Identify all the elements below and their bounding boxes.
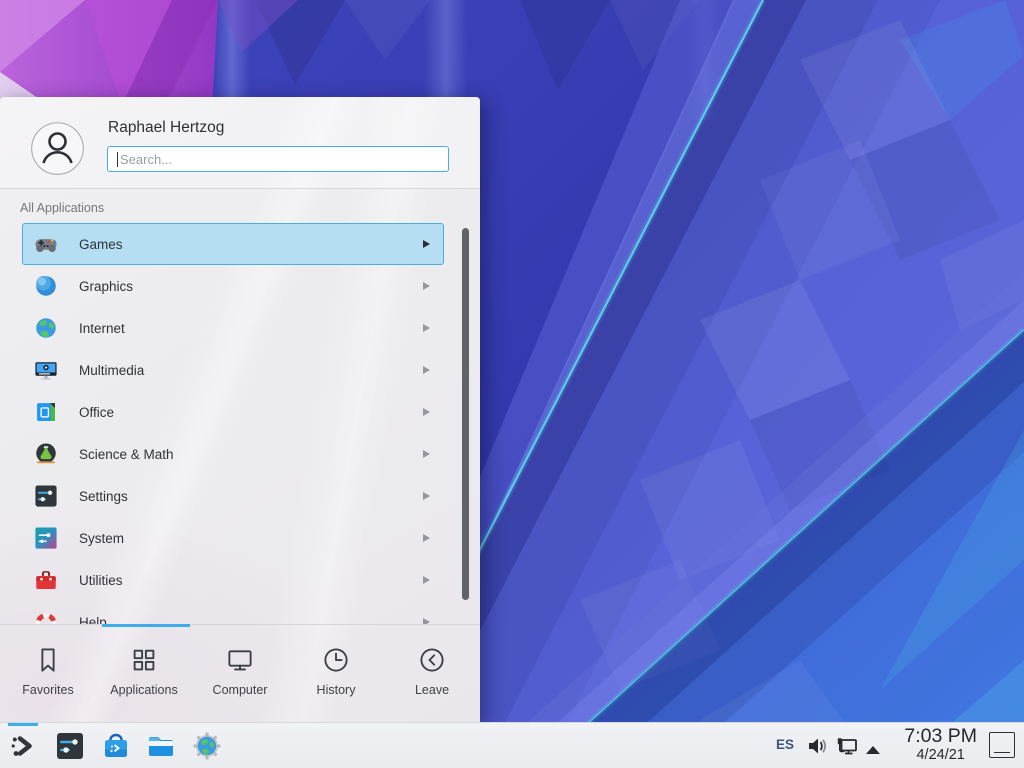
sliders-dark-icon <box>54 730 86 762</box>
menu-item-science-math[interactable]: Science & Math <box>22 433 444 475</box>
submenu-arrow-icon <box>423 576 430 584</box>
submenu-arrow-icon <box>423 282 430 290</box>
submenu-arrow-icon <box>423 408 430 416</box>
user-name: Raphael Hertzog <box>108 119 224 137</box>
menu-item-multimedia[interactable]: Multimedia <box>22 349 444 391</box>
monitor-icon <box>225 645 255 675</box>
kickoff-icon <box>8 730 40 762</box>
grid-icon <box>129 645 159 675</box>
submenu-arrow-icon <box>423 492 430 500</box>
gamepad-icon <box>33 231 59 257</box>
menu-item-system[interactable]: System <box>22 517 444 559</box>
expand-tray-arrow-icon[interactable] <box>864 742 882 760</box>
menu-item-label: Utilities <box>79 573 123 588</box>
discover-icon <box>100 730 132 762</box>
keyboard-layout-indicator[interactable]: ES <box>776 737 794 752</box>
text-cursor <box>117 152 118 167</box>
globe-gear-icon <box>191 730 223 762</box>
search-box <box>107 146 449 172</box>
search-input[interactable] <box>108 147 448 171</box>
menu-item-label: Help <box>79 615 107 625</box>
tab-applications[interactable]: Applications <box>96 627 192 722</box>
active-task-indicator <box>8 723 38 726</box>
tab-history[interactable]: History <box>288 627 384 722</box>
application-launcher-popup: Raphael Hertzog All Applications Games G… <box>0 97 480 722</box>
menu-item-label: Science & Math <box>79 447 174 462</box>
desktop: Raphael Hertzog All Applications Games G… <box>0 0 1024 768</box>
documents-icon <box>33 399 59 425</box>
sliders-color-icon <box>33 525 59 551</box>
menu-item-settings[interactable]: Settings <box>22 475 444 517</box>
folder-icon <box>145 730 177 762</box>
clock-time: 7:03 PM <box>904 725 977 747</box>
flask-icon <box>33 441 59 467</box>
menu-item-label: System <box>79 531 124 546</box>
clock[interactable]: 7:03 PM 4/24/21 <box>904 725 977 764</box>
menu-item-office[interactable]: Office <box>22 391 444 433</box>
tab-label: Applications <box>110 683 177 697</box>
network-icon[interactable] <box>835 735 859 764</box>
taskbar-launcher-system-settings[interactable] <box>54 730 86 762</box>
scrollbar-handle[interactable] <box>462 228 469 600</box>
tab-label: Computer <box>213 683 268 697</box>
menu-item-label: Settings <box>79 489 128 504</box>
back-circle-icon <box>417 645 447 675</box>
tab-computer[interactable]: Computer <box>192 627 288 722</box>
tab-favorites[interactable]: Favorites <box>0 627 96 722</box>
submenu-arrow-icon <box>423 324 430 332</box>
section-label: All Applications <box>20 201 104 215</box>
menu-item-help[interactable]: Help <box>22 601 444 624</box>
submenu-arrow-icon <box>423 534 430 542</box>
menu-item-label: Multimedia <box>79 363 144 378</box>
menu-item-label: Office <box>79 405 114 420</box>
tabbar-separator <box>0 624 480 625</box>
taskbar-panel: ES 7:03 PM 4/24/21 <box>0 722 1024 768</box>
tab-bar: Favorites Applications Computer History … <box>0 627 480 722</box>
submenu-arrow-icon <box>423 240 430 248</box>
menu-item-internet[interactable]: Internet <box>22 307 444 349</box>
toolbox-icon <box>33 567 59 593</box>
taskbar-launcher-discover[interactable] <box>100 730 132 762</box>
sliders-dark-icon <box>33 483 59 509</box>
submenu-arrow-icon <box>423 366 430 374</box>
taskbar-launcher-application-launcher[interactable] <box>8 730 40 762</box>
volume-icon[interactable] <box>806 735 828 762</box>
menu-item-utilities[interactable]: Utilities <box>22 559 444 601</box>
tab-label: History <box>317 683 356 697</box>
tab-label: Leave <box>415 683 449 697</box>
applications-list: Games Graphics Internet Multimedia Offic… <box>0 219 480 624</box>
monitor-play-icon <box>33 357 59 383</box>
menu-item-label: Games <box>79 237 123 252</box>
menu-item-label: Internet <box>79 321 125 336</box>
taskbar-launcher-web-browser[interactable] <box>191 730 223 762</box>
menu-item-graphics[interactable]: Graphics <box>22 265 444 307</box>
lifesaver-icon <box>33 609 59 624</box>
launcher-header: Raphael Hertzog <box>0 97 480 189</box>
show-desktop-glyph <box>994 752 1010 754</box>
menu-item-games[interactable]: Games <box>22 223 444 265</box>
globe-icon <box>33 315 59 341</box>
tab-leave[interactable]: Leave <box>384 627 480 722</box>
show-desktop-button[interactable] <box>989 732 1015 758</box>
tab-label: Favorites <box>22 683 73 697</box>
clock-date: 4/24/21 <box>904 747 977 764</box>
sphere-icon <box>33 273 59 299</box>
submenu-arrow-icon <box>423 450 430 458</box>
taskbar-launcher-file-manager[interactable] <box>145 730 177 762</box>
clock-icon <box>321 645 351 675</box>
user-avatar[interactable] <box>31 122 84 175</box>
menu-item-label: Graphics <box>79 279 133 294</box>
bookmark-icon <box>33 645 63 675</box>
